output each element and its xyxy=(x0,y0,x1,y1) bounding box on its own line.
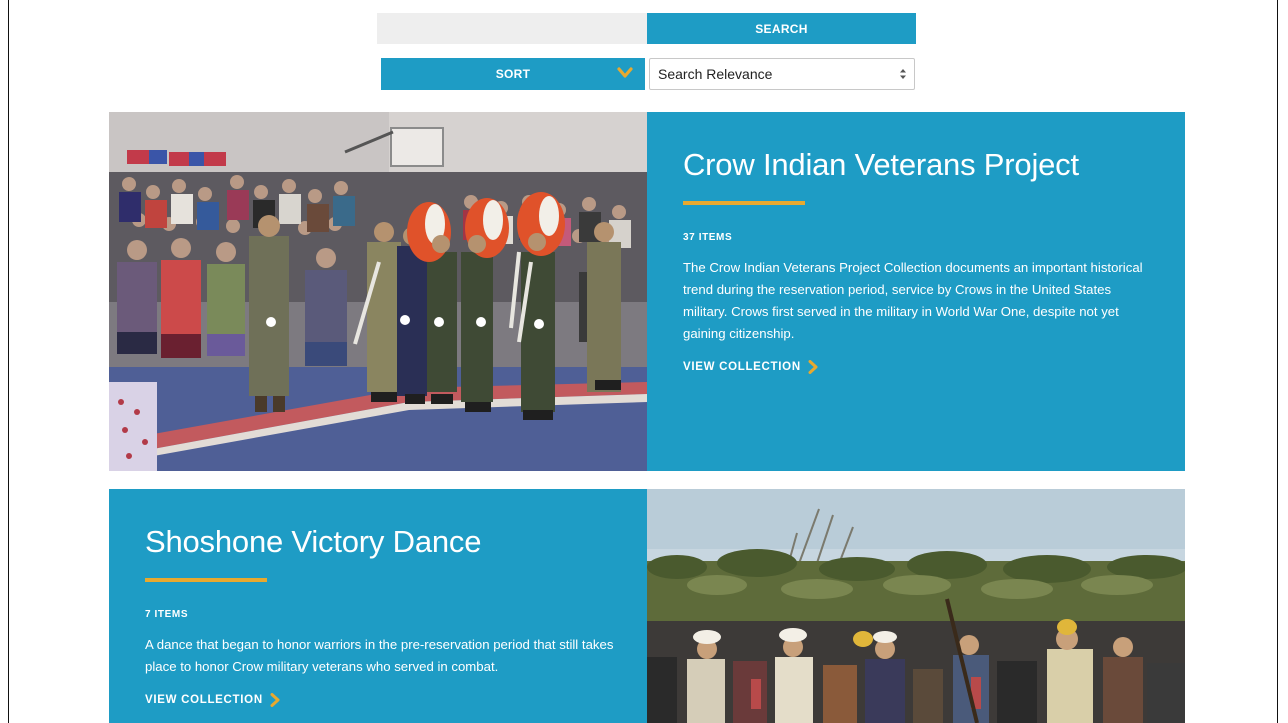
collection-photo-veterans[interactable] xyxy=(109,112,647,471)
collection-title[interactable]: Shoshone Victory Dance xyxy=(145,523,611,561)
collection-item-count: 7 ITEMS xyxy=(145,609,189,620)
title-underline xyxy=(683,201,805,205)
select-arrows-icon xyxy=(900,69,906,79)
collection-title[interactable]: Crow Indian Veterans Project xyxy=(683,146,1149,184)
view-collection-label: VIEW COLLECTION xyxy=(145,694,263,706)
collection-card[interactable]: Shoshone Victory Dance 7 ITEMS A dance t… xyxy=(109,489,1185,723)
chevron-right-icon xyxy=(808,360,818,374)
chevron-right-icon xyxy=(270,693,280,707)
collection-info-panel: Crow Indian Veterans Project 37 ITEMS Th… xyxy=(647,112,1185,471)
sort-select[interactable]: Search Relevance xyxy=(649,58,915,90)
sort-button-label: SORT xyxy=(495,67,531,81)
search-input[interactable] xyxy=(377,13,647,44)
veterans-photo-image xyxy=(109,112,647,471)
collection-item-count: 37 ITEMS xyxy=(683,232,733,243)
view-collection-label: VIEW COLLECTION xyxy=(683,361,801,373)
collection-description: A dance that began to honor warriors in … xyxy=(145,637,614,674)
collection-photo-dance[interactable] xyxy=(647,489,1185,723)
dance-photo-image xyxy=(647,489,1185,723)
view-collection-link[interactable]: VIEW COLLECTION xyxy=(683,360,818,374)
chevron-down-icon xyxy=(617,67,633,78)
search-button[interactable]: SEARCH xyxy=(647,13,916,44)
sort-button[interactable]: SORT xyxy=(381,58,645,90)
view-collection-link[interactable]: VIEW COLLECTION xyxy=(145,693,280,707)
title-underline xyxy=(145,578,267,582)
collection-description: The Crow Indian Veterans Project Collect… xyxy=(683,260,1143,341)
collection-card[interactable]: Crow Indian Veterans Project 37 ITEMS Th… xyxy=(109,112,1185,471)
collection-info-panel: Shoshone Victory Dance 7 ITEMS A dance t… xyxy=(109,489,647,723)
sort-select-value: Search Relevance xyxy=(658,66,773,82)
